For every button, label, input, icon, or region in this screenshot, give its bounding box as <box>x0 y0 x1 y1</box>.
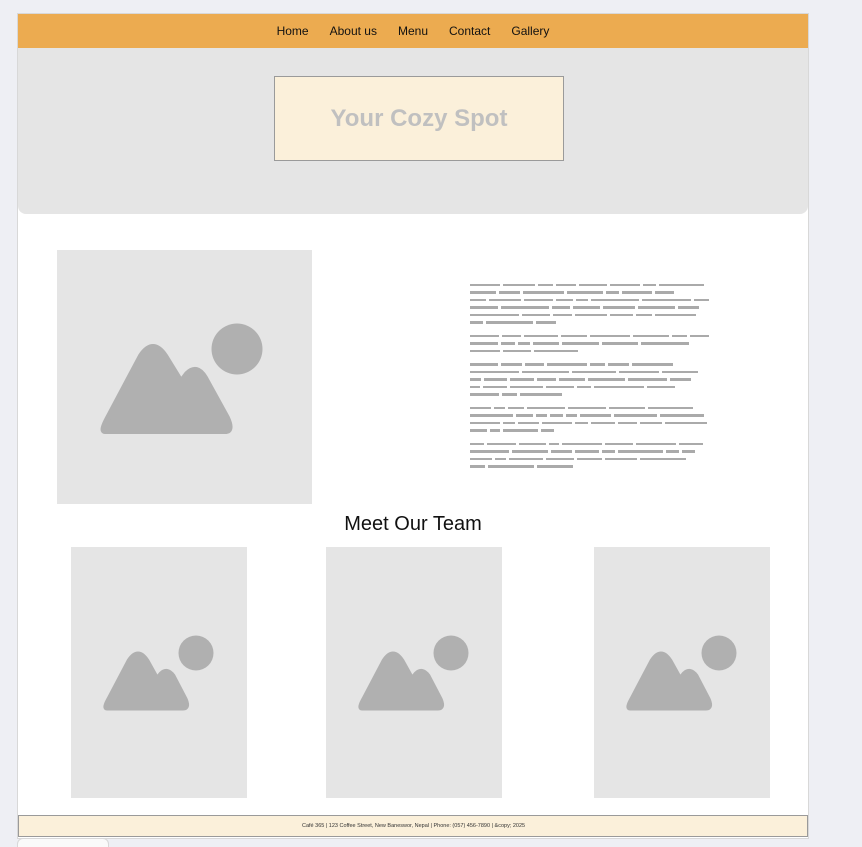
text-paragraph <box>470 404 720 434</box>
hero-banner: Your Cozy Spot <box>18 48 808 214</box>
bottom-tab <box>17 838 109 847</box>
team-heading: Meet Our Team <box>344 513 482 535</box>
text-paragraph <box>470 281 720 326</box>
image-placeholder-icon <box>358 635 469 711</box>
footer: Café 365 | 123 Coffee Street, New Banesw… <box>18 815 808 837</box>
nav-contact-link[interactable]: Contact <box>449 24 490 38</box>
navbar: Home About us Menu Contact Gallery <box>18 14 808 48</box>
image-placeholder-icon <box>100 323 263 434</box>
image-placeholder-icon <box>103 635 214 711</box>
team-member-image <box>326 547 502 798</box>
nav-menu-link[interactable]: Menu <box>398 24 428 38</box>
hero-title: Your Cozy Spot <box>330 104 508 132</box>
footer-text: Café 365 | 123 Coffee Street, New Banesw… <box>302 823 526 829</box>
hero-title-box: Your Cozy Spot <box>274 76 564 161</box>
text-paragraph <box>470 361 720 399</box>
image-placeholder-icon <box>626 635 737 711</box>
about-text <box>470 281 720 476</box>
page: Home About us Menu Contact Gallery Your … <box>17 13 809 839</box>
team-member-image <box>594 547 770 798</box>
text-paragraph <box>470 440 720 470</box>
team-member-image <box>71 547 247 798</box>
about-image <box>57 250 312 504</box>
nav-home-link[interactable]: Home <box>277 24 309 38</box>
nav-gallery-link[interactable]: Gallery <box>511 24 549 38</box>
text-paragraph <box>470 332 720 355</box>
nav-about-link[interactable]: About us <box>330 24 377 38</box>
